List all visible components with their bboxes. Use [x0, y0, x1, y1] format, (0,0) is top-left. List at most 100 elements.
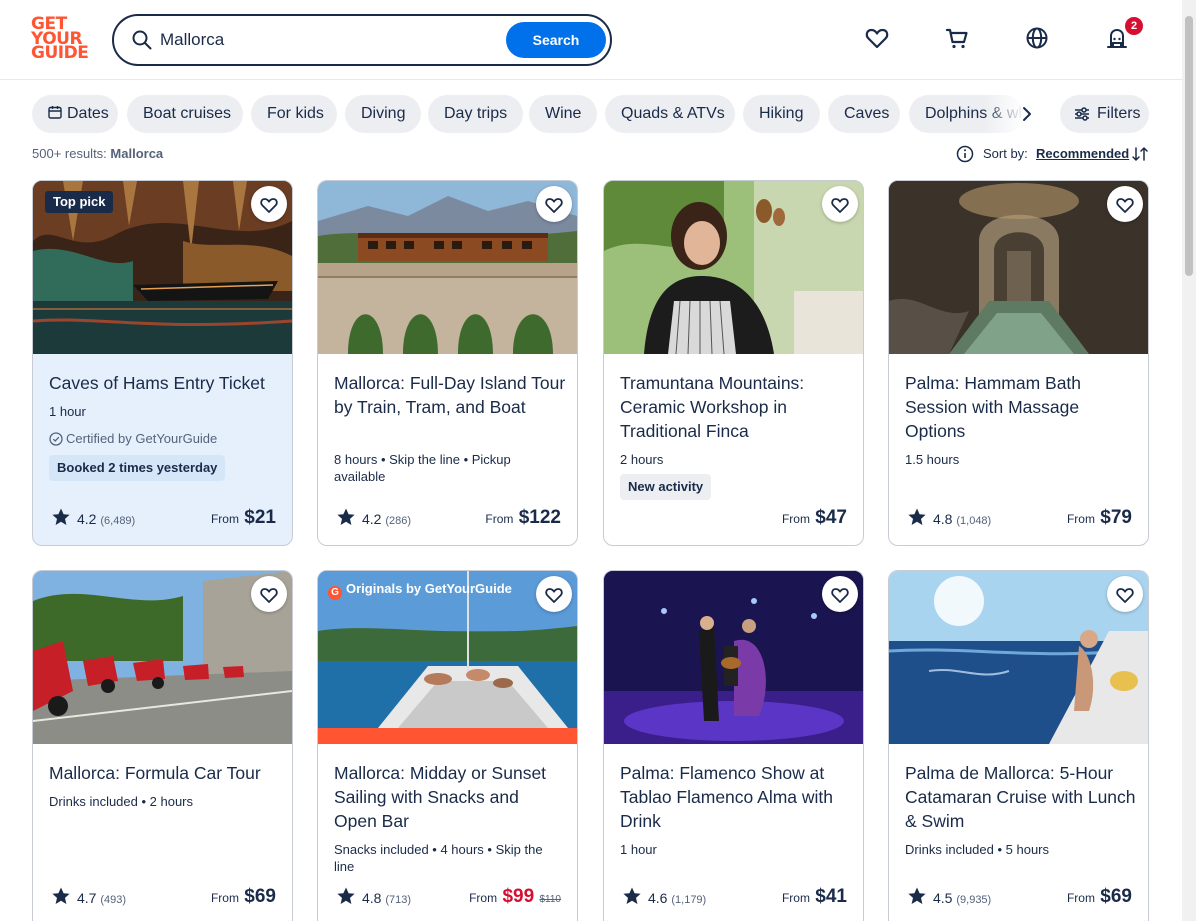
activity-title[interactable]: Mallorca: Full-Day Island Tour by Train,… — [334, 371, 566, 419]
review-count: (6,489) — [100, 515, 136, 527]
star-icon — [52, 887, 70, 904]
activity-meta: 1 hour — [620, 842, 657, 857]
top-pick-badge: Top pick — [45, 191, 114, 213]
activity-price: From $122 — [485, 507, 561, 529]
rating-value: 4.8 — [362, 890, 382, 906]
g-logo-icon: G — [328, 586, 342, 600]
activity-title[interactable]: Palma: Flamenco Show at Tablao Flamenco … — [620, 761, 852, 833]
search-button[interactable]: Search — [506, 22, 606, 58]
filters-button[interactable]: Filters — [1060, 95, 1149, 133]
activity-card[interactable]: Palma: Flamenco Show at Tablao Flamenco … — [603, 570, 864, 921]
originals-bar — [318, 728, 577, 744]
activity-image-cave: Top pick — [33, 181, 292, 354]
rating-value: 4.6 — [648, 890, 668, 906]
results-count-text: 500+ results: — [32, 146, 107, 161]
chip-day-trips[interactable]: Day trips — [428, 95, 523, 133]
original-price: $110 — [539, 894, 561, 905]
wishlist-button[interactable] — [536, 576, 572, 612]
activity-title[interactable]: Palma: Hammam Bath Session with Massage … — [905, 371, 1137, 443]
wishlist-button[interactable] — [251, 186, 287, 222]
price-from-label: From — [1066, 891, 1095, 905]
price-from-label: From — [1066, 512, 1095, 526]
price-from-label: From — [485, 512, 514, 526]
activity-card[interactable]: Tramuntana Mountains: Ceramic Workshop i… — [603, 180, 864, 546]
chip-boat-cruises[interactable]: Boat cruises — [127, 95, 243, 133]
price-amount: $69 — [244, 886, 276, 907]
chip-for-kids[interactable]: For kids — [251, 95, 337, 133]
review-count: (1,179) — [671, 894, 707, 906]
wishlist-button[interactable] — [822, 576, 858, 612]
activity-title[interactable]: Mallorca: Midday or Sunset Sailing with … — [334, 761, 566, 833]
top-header: GET YOUR GUIDE Search 2 — [0, 0, 1182, 80]
search-input[interactable] — [160, 26, 490, 54]
chip-caves[interactable]: Caves — [828, 95, 900, 133]
activity-price: From $79 — [1067, 507, 1132, 529]
sort-value[interactable]: Recommended — [1036, 146, 1129, 161]
activity-rating: 4.7 (493) — [51, 886, 126, 906]
wishlist-button[interactable] — [822, 186, 858, 222]
activity-rating: 4.8 (1,048) — [907, 507, 991, 527]
certified-label: Certified by GetYourGuide — [49, 431, 217, 446]
chevron-right-icon[interactable] — [1017, 104, 1037, 124]
sale-price-amount: $99 — [502, 886, 535, 907]
cart-icon[interactable] — [944, 25, 970, 51]
wishlist-button[interactable] — [251, 576, 287, 612]
activity-image-hammam — [889, 181, 1148, 354]
scrollbar-thumb[interactable] — [1185, 16, 1193, 276]
activity-meta: 2 hours — [620, 452, 664, 467]
category-chips: Dates Boat cruises For kids Diving Day t… — [32, 95, 1032, 133]
getyourguide-logo[interactable]: GET YOUR GUIDE — [31, 16, 89, 63]
certified-text: Certified by GetYourGuide — [66, 431, 218, 446]
price-amount: $79 — [1100, 507, 1132, 528]
chip-wine[interactable]: Wine — [529, 95, 597, 133]
star-icon — [337, 887, 355, 904]
activity-title[interactable]: Mallorca: Formula Car Tour — [49, 761, 281, 785]
price-from-label: From — [469, 891, 498, 905]
activity-card[interactable]: Mallorca: Full-Day Island Tour by Train,… — [317, 180, 578, 546]
info-icon[interactable] — [956, 145, 974, 163]
rating-value: 4.2 — [77, 511, 97, 527]
heart-icon[interactable] — [864, 25, 890, 51]
chip-label: Dates — [67, 105, 109, 122]
chip-dolphins-whales[interactable]: Dolphins & whales — [909, 95, 1024, 133]
price-from-label: From — [781, 512, 810, 526]
wishlist-button[interactable] — [1107, 186, 1143, 222]
heart-icon — [1116, 588, 1134, 603]
review-count: (493) — [100, 894, 127, 906]
chip-quads-atvs[interactable]: Quads & ATVs — [605, 95, 735, 133]
search-bar: Search — [112, 14, 612, 66]
globe-icon[interactable] — [1024, 25, 1050, 51]
search-icon — [132, 30, 152, 50]
heart-icon — [1116, 198, 1134, 213]
wishlist-button[interactable] — [1107, 576, 1143, 612]
new-activity-badge: New activity — [620, 474, 712, 500]
chip-dates[interactable]: Dates — [32, 95, 118, 133]
chip-hiking[interactable]: Hiking — [743, 95, 820, 133]
activity-card[interactable]: Top pick Caves of Hams Entry Ticket 1 ho… — [32, 180, 293, 546]
rating-value: 4.7 — [77, 890, 97, 906]
price-amount: $69 — [1100, 886, 1132, 907]
activity-meta: Drinks included • 2 hours — [49, 794, 194, 809]
heart-icon — [260, 198, 278, 213]
activity-rating: 4.2 (286) — [336, 507, 411, 527]
rating-value: 4.8 — [933, 511, 953, 527]
activity-card[interactable]: G Originals by GetYourGuide Mallorca: Mid… — [317, 570, 578, 921]
activity-title[interactable]: Caves of Hams Entry Ticket — [49, 371, 281, 395]
activity-price: From $41 — [782, 886, 847, 908]
activity-meta: 1.5 hours — [905, 452, 960, 467]
activity-title[interactable]: Palma de Mallorca: 5-Hour Catamaran Crui… — [905, 761, 1137, 833]
activity-title[interactable]: Tramuntana Mountains: Ceramic Workshop i… — [620, 371, 852, 443]
price-amount: $41 — [815, 886, 847, 907]
wishlist-button[interactable] — [536, 186, 572, 222]
heart-icon — [831, 198, 849, 213]
calendar-icon — [48, 106, 62, 119]
activity-card[interactable]: Palma de Mallorca: 5-Hour Catamaran Crui… — [888, 570, 1149, 921]
vertical-scrollbar[interactable] — [1182, 0, 1196, 921]
activity-card[interactable]: Mallorca: Formula Car Tour Drinks includ… — [32, 570, 293, 921]
activity-card[interactable]: Palma: Hammam Bath Session with Massage … — [888, 180, 1149, 546]
activity-image-flamenco — [604, 571, 863, 744]
rating-value: 4.5 — [933, 890, 953, 906]
certified-check-icon — [49, 432, 63, 446]
chip-diving[interactable]: Diving — [345, 95, 421, 133]
originals-badge: G Originals by GetYourGuide — [328, 581, 512, 600]
